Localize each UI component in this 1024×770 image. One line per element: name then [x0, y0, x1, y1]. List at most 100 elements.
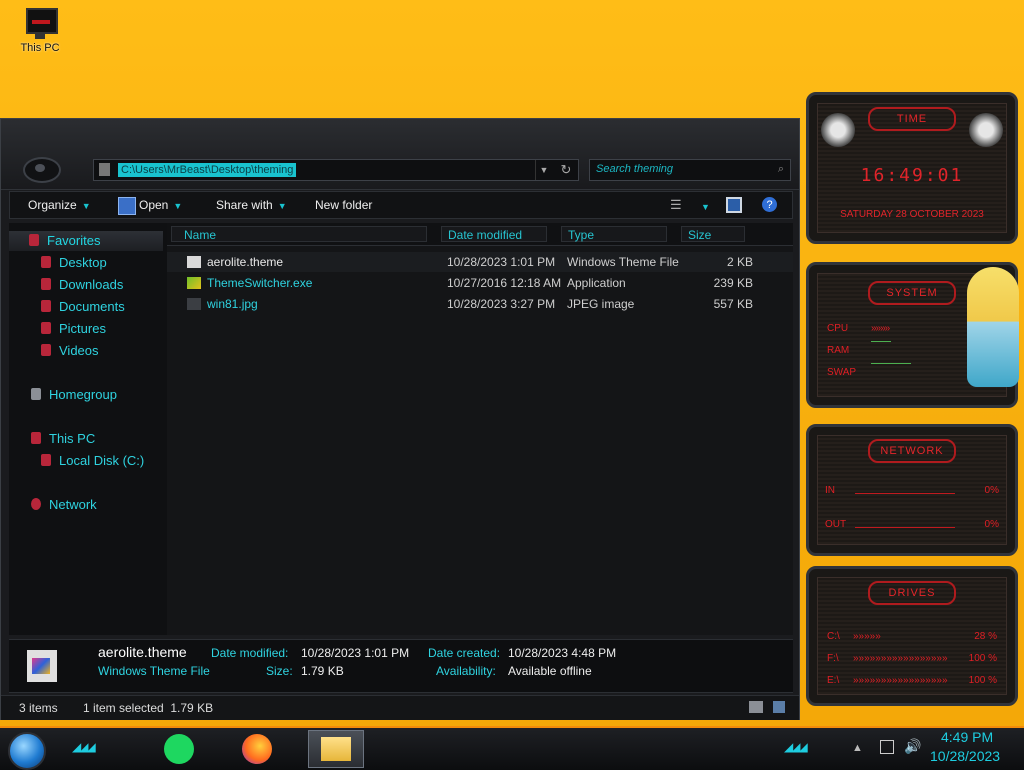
nav-network[interactable]: Network [9, 495, 97, 515]
view-dropdown[interactable]: ▼ [696, 199, 710, 213]
search-placeholder: Search theming [596, 163, 674, 175]
application-icon [187, 277, 201, 289]
organize-label: Organize [28, 198, 77, 212]
tray-time[interactable]: 4:49 PM [941, 729, 993, 745]
date-created-label: Date created: [428, 646, 501, 660]
net-in-label: IN [825, 485, 835, 496]
cartoon-character-image [967, 267, 1019, 387]
net-out-value: 0% [984, 519, 999, 530]
nav-downloads[interactable]: Downloads [9, 275, 123, 295]
file-date: 10/27/2016 12:18 AM [447, 276, 562, 290]
document-icon [41, 300, 51, 312]
firefox-icon[interactable] [242, 734, 272, 764]
search-input[interactable]: Search theming ⌕ [589, 159, 791, 181]
drive-e-value: 100 % [968, 675, 997, 686]
explorer-taskbar-button[interactable] [308, 730, 364, 768]
nav-local-disk[interactable]: Local Disk (C:) [9, 451, 144, 471]
column-name[interactable]: Name [171, 226, 427, 242]
theme-file-icon [187, 256, 201, 268]
nav-favorites[interactable]: Favorites [9, 231, 163, 251]
nav-videos[interactable]: Videos [9, 341, 99, 361]
search-icon[interactable]: ⌕ [778, 163, 784, 176]
availability-label: Availability: [436, 664, 496, 678]
homegroup-icon [31, 388, 41, 400]
refresh-icon[interactable]: ↻ [558, 162, 574, 178]
size-label: Size: [266, 664, 293, 678]
table-row[interactable]: ThemeSwitcher.exe 10/27/2016 12:18 AM Ap… [167, 273, 793, 293]
net-in-value: 0% [984, 485, 999, 496]
folder-icon [321, 737, 351, 761]
nav-desktop[interactable]: Desktop [9, 253, 107, 273]
system-gadget: SYSTEM CPU »»»» RAM SWAP [806, 262, 1019, 408]
tray-date[interactable]: 10/28/2023 [930, 748, 1000, 764]
file-type: Application [567, 276, 626, 290]
preview-pane-icon[interactable] [726, 197, 742, 213]
nav-pictures[interactable]: Pictures [9, 319, 106, 339]
details-filename: aerolite.theme [98, 644, 187, 660]
desktop-icon [41, 256, 51, 268]
share-with-button[interactable]: Share with ▼ [216, 198, 287, 212]
gadget-clock: 16:49:01 [860, 165, 964, 186]
alien-head-icon [969, 113, 1003, 147]
this-pc-desktop-icon[interactable]: This PC [14, 6, 66, 54]
taskbar-decoration: ◢◢◢ [784, 740, 808, 754]
folder-icon [99, 163, 110, 176]
net-out-label: OUT [825, 519, 847, 530]
drive-icon [41, 454, 51, 466]
nav-this-pc[interactable]: This PC [9, 429, 95, 449]
network-tray-icon[interactable] [880, 740, 894, 754]
help-icon[interactable]: ? [762, 197, 777, 212]
table-row[interactable]: win81.jpg 10/28/2023 3:27 PM JPEG image … [167, 294, 793, 314]
thumbnail-view-icon[interactable] [773, 701, 785, 713]
details-pane: aerolite.theme Windows Theme File Date m… [9, 639, 793, 693]
spotify-icon[interactable] [164, 734, 194, 764]
chevron-down-icon: ▼ [277, 201, 287, 211]
file-date: 10/28/2023 1:01 PM [447, 255, 556, 269]
size-value: 1.79 KB [301, 664, 344, 678]
show-hidden-icons-icon[interactable]: ▲ [852, 742, 863, 754]
file-date: 10/28/2023 3:27 PM [447, 297, 556, 311]
view-options-icon[interactable]: ☰ [670, 197, 686, 213]
address-path[interactable]: C:\Users\MrBeast\Desktop\theming [118, 163, 297, 177]
net-out-graph [855, 527, 955, 528]
new-folder-button[interactable]: New folder [315, 198, 372, 212]
file-size: 557 KB [713, 297, 753, 311]
nav-homegroup[interactable]: Homegroup [9, 385, 117, 405]
start-button[interactable] [8, 732, 46, 770]
drive-c-meter: »»»»» [853, 631, 881, 642]
back-forward-button[interactable] [23, 157, 61, 183]
date-modified-label: Date modified: [211, 646, 289, 660]
open-label: Open [139, 198, 169, 212]
cpu-label: CPU [827, 323, 849, 334]
details-filetype: Windows Theme File [98, 664, 210, 678]
volume-icon[interactable]: 🔊 [904, 738, 921, 755]
drive-e-meter: »»»»»»»»»»»»»»»»» [853, 675, 948, 686]
network-icon [31, 498, 41, 510]
open-button[interactable]: Open ▼ [139, 198, 182, 212]
navigation-pane: Favorites Desktop Downloads Documents Pi… [9, 223, 167, 635]
file-name: aerolite.theme [207, 255, 284, 269]
download-icon [41, 278, 51, 290]
computer-icon [23, 6, 58, 40]
file-name: win81.jpg [207, 297, 258, 311]
file-size: 2 KB [726, 255, 753, 269]
table-row[interactable]: aerolite.theme 10/28/2023 1:01 PM Window… [167, 252, 793, 272]
column-size[interactable]: Size [681, 226, 745, 242]
chevron-down-icon[interactable]: ▼ [535, 160, 552, 180]
time-gadget: TIME 16:49:01 saturday 28 october 2023 [806, 92, 1018, 244]
swap-label: SWAP [827, 367, 857, 378]
network-title: NETWORK [868, 439, 956, 463]
column-date-modified[interactable]: Date modified [441, 226, 547, 242]
organize-button[interactable]: Organize ▼ [28, 198, 91, 212]
alien-head-icon [821, 113, 855, 147]
nav-documents[interactable]: Documents [9, 297, 125, 317]
swap-meter [871, 363, 911, 364]
chevron-down-icon: ▼ [701, 202, 710, 212]
column-type[interactable]: Type [561, 226, 667, 242]
address-bar[interactable]: C:\Users\MrBeast\Desktop\theming ▼ ↻ [93, 159, 579, 181]
image-file-icon [187, 298, 201, 310]
details-view-icon[interactable] [749, 701, 763, 713]
chevron-down-icon: ▼ [173, 201, 183, 211]
time-title: TIME [868, 107, 956, 131]
computer-icon [31, 432, 41, 444]
